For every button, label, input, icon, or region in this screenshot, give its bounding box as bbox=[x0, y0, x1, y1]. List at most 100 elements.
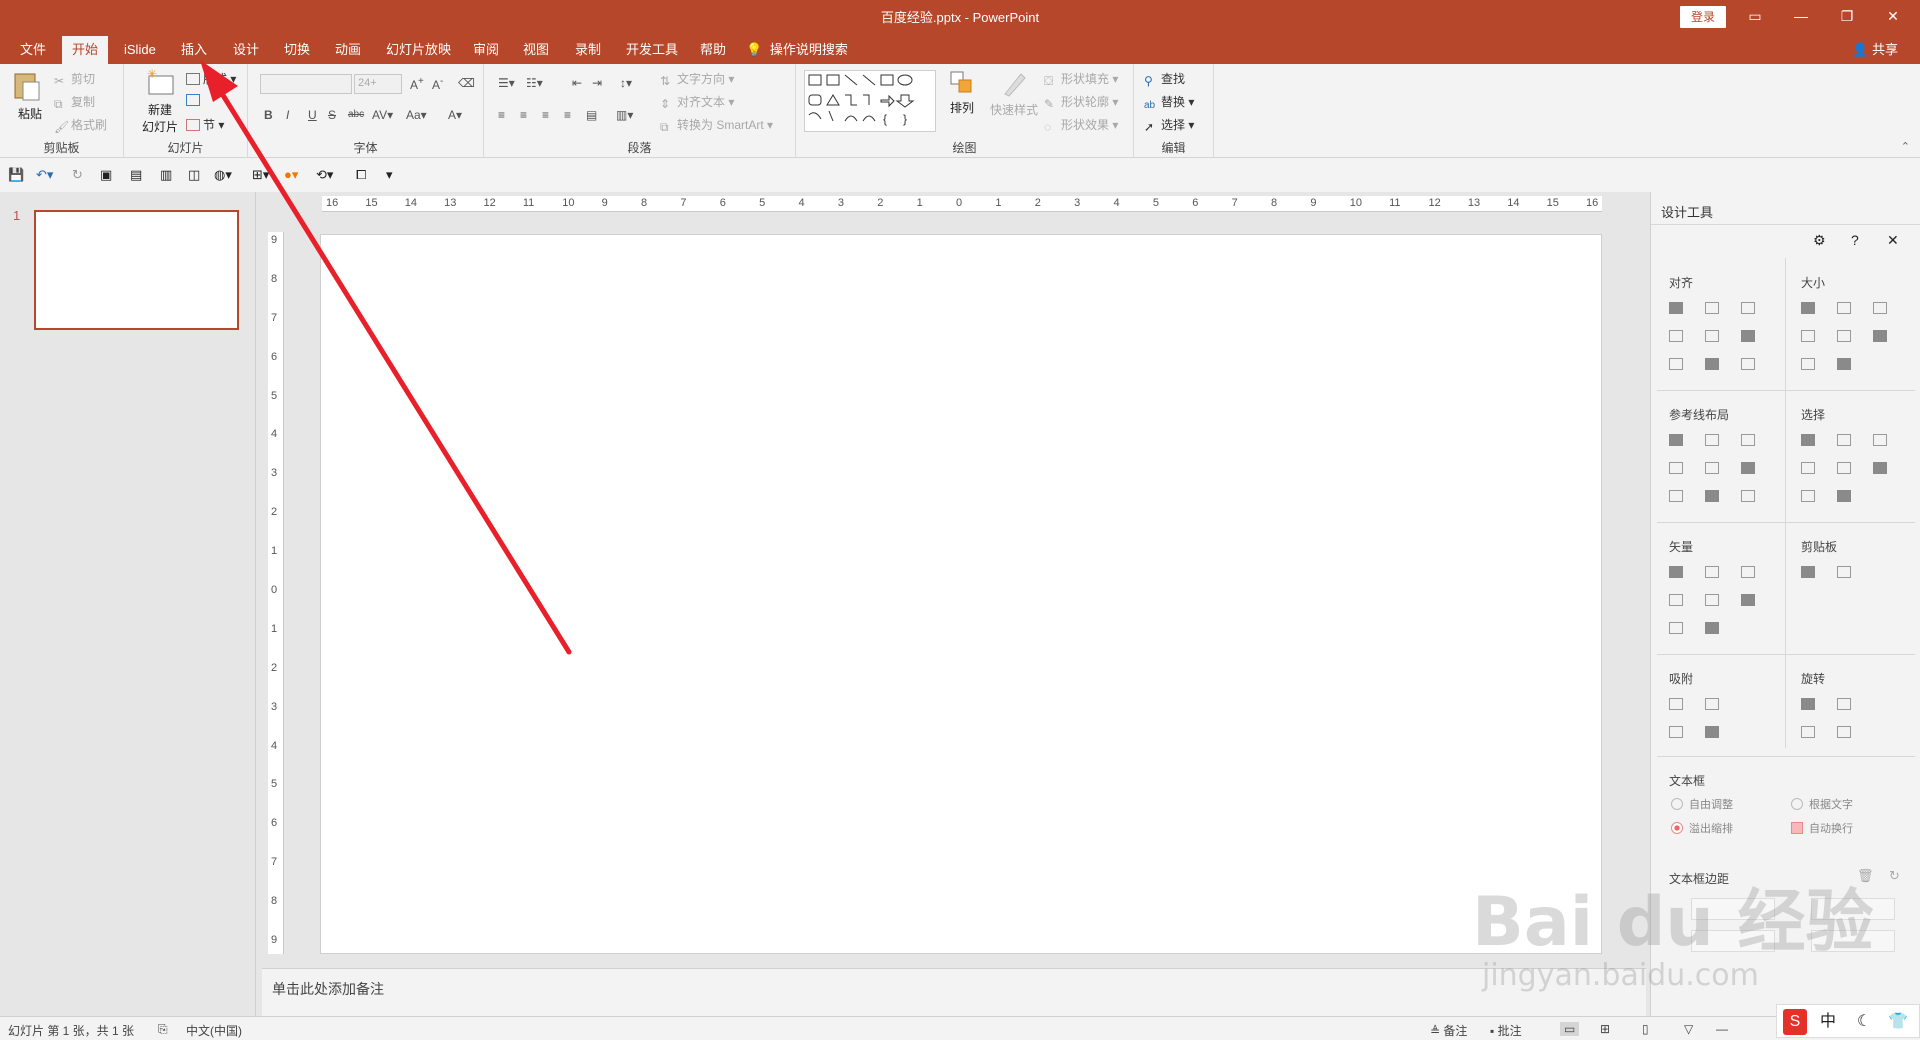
auto-fit-option[interactable]: 自由调整 bbox=[1671, 796, 1733, 812]
decrease-indent-icon[interactable]: ⇤ bbox=[572, 76, 582, 90]
design-tool-button[interactable] bbox=[1669, 462, 1683, 474]
shadow-icon[interactable]: S bbox=[328, 108, 336, 122]
margin-right-input[interactable] bbox=[1811, 898, 1895, 920]
format-painter-button[interactable]: 🖌 格式刷 bbox=[54, 116, 107, 134]
design-tool-button[interactable] bbox=[1669, 330, 1683, 342]
skin-shirt-icon[interactable]: 👕 bbox=[1883, 1009, 1913, 1035]
tab-help[interactable]: 帮助 bbox=[694, 36, 732, 64]
collapse-ribbon-icon[interactable]: ⌃ bbox=[1901, 140, 1910, 153]
link-qat-icon[interactable]: ⟲▾ bbox=[316, 167, 340, 183]
zoom-out-icon[interactable]: — bbox=[1716, 1022, 1728, 1036]
design-tool-button[interactable] bbox=[1705, 566, 1719, 578]
group-qat-icon[interactable]: ⧠ bbox=[356, 167, 372, 183]
align-center-icon[interactable]: ≡ bbox=[520, 108, 527, 122]
justify-icon[interactable]: ≡ bbox=[564, 108, 571, 122]
layout-button[interactable]: 版式 ▾ bbox=[186, 70, 236, 87]
design-tool-button[interactable] bbox=[1705, 330, 1719, 342]
text-direction-button[interactable]: ⇅ 文字方向 ▾ bbox=[660, 70, 734, 88]
design-tool-button[interactable] bbox=[1669, 302, 1683, 314]
tab-islide[interactable]: iSlide bbox=[118, 36, 162, 64]
font-color-icon[interactable]: A▾ bbox=[448, 108, 462, 122]
trash-icon[interactable]: 🗑 bbox=[1857, 868, 1874, 884]
comments-toggle[interactable]: ▪ 批注 bbox=[1490, 1022, 1522, 1039]
ribbon-display-icon[interactable]: ▭ bbox=[1732, 4, 1778, 28]
find-button[interactable]: ⚲ 查找 bbox=[1144, 70, 1185, 88]
change-case-icon[interactable]: Aa▾ bbox=[406, 108, 427, 122]
design-tool-button[interactable] bbox=[1801, 490, 1815, 502]
design-tool-button[interactable] bbox=[1837, 434, 1851, 446]
numbering-icon[interactable]: ☷▾ bbox=[526, 76, 543, 90]
design-tool-button[interactable] bbox=[1741, 566, 1755, 578]
quick-styles-button[interactable]: 快速样式 bbox=[986, 70, 1042, 118]
design-tool-button[interactable] bbox=[1837, 566, 1851, 578]
line-spacing-icon[interactable]: ↕▾ bbox=[620, 76, 632, 90]
design-tool-button[interactable] bbox=[1705, 434, 1719, 446]
font-size-combo[interactable]: 24+ bbox=[354, 74, 402, 94]
char-spacing-icon[interactable]: AV▾ bbox=[372, 108, 393, 122]
undo-icon[interactable]: ↶▾ bbox=[36, 167, 60, 183]
ime-chinese-mode[interactable]: 中 bbox=[1813, 1009, 1843, 1035]
design-tool-button[interactable] bbox=[1741, 462, 1755, 474]
moon-icon[interactable]: ☾ bbox=[1849, 1009, 1879, 1035]
design-tool-button[interactable] bbox=[1741, 330, 1755, 342]
margin-left-input[interactable] bbox=[1691, 898, 1775, 920]
design-tool-button[interactable] bbox=[1705, 594, 1719, 606]
design-tool-button[interactable] bbox=[1801, 358, 1815, 370]
copy-button[interactable]: ⧉ 复制 bbox=[54, 93, 95, 111]
sogou-logo-icon[interactable]: S bbox=[1783, 1009, 1807, 1035]
notes-toggle[interactable]: ≜ 备注 bbox=[1430, 1022, 1467, 1039]
design-tool-button[interactable] bbox=[1705, 358, 1719, 370]
design-tool-button[interactable] bbox=[1801, 302, 1815, 314]
clear-format-icon[interactable]: ⌫ bbox=[458, 76, 475, 90]
refresh-icon[interactable]: ↻ bbox=[1889, 868, 1900, 884]
increase-indent-icon[interactable]: ⇥ bbox=[592, 76, 602, 90]
design-tool-button[interactable] bbox=[1741, 594, 1755, 606]
design-tool-button[interactable] bbox=[1741, 490, 1755, 502]
design-tool-button[interactable] bbox=[1801, 330, 1815, 342]
pane-close-icon[interactable]: ✕ bbox=[1887, 232, 1899, 249]
design-tool-button[interactable] bbox=[1669, 358, 1683, 370]
align-left-icon[interactable]: ≡ bbox=[498, 108, 505, 122]
notes-pane[interactable]: 单击此处添加备注 bbox=[262, 968, 1646, 1016]
align-text-button[interactable]: ⇕ 对齐文本 ▾ bbox=[660, 93, 734, 111]
tell-me-search[interactable]: 💡 操作说明搜索 bbox=[746, 36, 848, 64]
present-icon[interactable]: ▣ bbox=[100, 167, 116, 183]
layout-qat-icon[interactable]: ▥ bbox=[160, 167, 176, 183]
tab-design[interactable]: 设计 bbox=[227, 36, 265, 64]
distributed-icon[interactable]: ▤ bbox=[586, 108, 597, 122]
tab-view[interactable]: 视图 bbox=[517, 36, 555, 64]
margin-bottom-input[interactable] bbox=[1811, 930, 1895, 952]
shrink-font-icon[interactable]: A- bbox=[432, 76, 443, 92]
redo-icon[interactable]: ↻ bbox=[72, 167, 88, 183]
tab-home[interactable]: 开始 bbox=[62, 36, 109, 64]
tab-slideshow[interactable]: 幻灯片放映 bbox=[380, 36, 457, 64]
pane-help-icon[interactable]: ? bbox=[1851, 232, 1859, 248]
shrink-option[interactable]: 溢出缩排 bbox=[1671, 820, 1733, 836]
strikethrough-icon[interactable]: abc bbox=[348, 109, 364, 120]
design-tool-button[interactable] bbox=[1705, 622, 1719, 634]
design-tool-button[interactable] bbox=[1873, 330, 1887, 342]
design-tool-button[interactable] bbox=[1705, 462, 1719, 474]
design-tool-button[interactable] bbox=[1705, 302, 1719, 314]
align-qat-icon[interactable]: ⊞▾ bbox=[252, 167, 276, 183]
italic-icon[interactable]: I bbox=[286, 108, 289, 122]
underline-icon[interactable]: U bbox=[308, 108, 317, 122]
design-tool-button[interactable] bbox=[1741, 434, 1755, 446]
design-tool-button[interactable] bbox=[1837, 302, 1851, 314]
design-tool-button[interactable] bbox=[1873, 462, 1887, 474]
design-tool-button[interactable] bbox=[1669, 622, 1683, 634]
design-tool-button[interactable] bbox=[1669, 726, 1683, 738]
shape-fill-button[interactable]: ⛋ 形状填充 ▾ bbox=[1044, 70, 1118, 88]
wrap-option[interactable]: 自动换行 bbox=[1791, 820, 1853, 836]
fit-text-option[interactable]: 根据文字 bbox=[1791, 796, 1853, 812]
tab-review[interactable]: 审阅 bbox=[467, 36, 505, 64]
design-tool-button[interactable] bbox=[1837, 330, 1851, 342]
customize-qat-icon[interactable]: ▾ bbox=[386, 167, 402, 183]
tab-animations[interactable]: 动画 bbox=[329, 36, 367, 64]
design-tool-button[interactable] bbox=[1837, 462, 1851, 474]
smartart-button[interactable]: ⧉ 转换为 SmartArt ▾ bbox=[660, 116, 773, 134]
reading-view-icon[interactable]: ▯ bbox=[1642, 1022, 1649, 1036]
design-tool-button[interactable] bbox=[1669, 594, 1683, 606]
design-tool-button[interactable] bbox=[1837, 698, 1851, 710]
slide-canvas[interactable] bbox=[320, 234, 1602, 954]
